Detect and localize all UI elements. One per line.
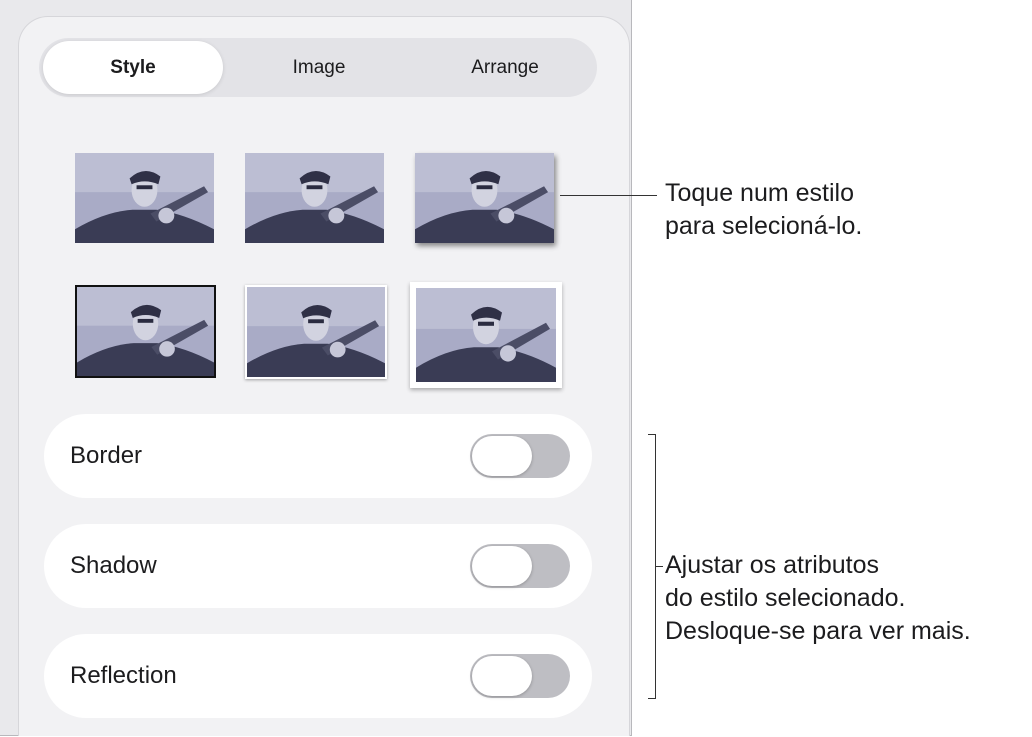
style-thumbnail-plain[interactable] xyxy=(75,153,214,243)
border-label: Border xyxy=(70,442,143,469)
reflection-toggle[interactable] xyxy=(470,654,570,698)
style-thumbnail-shadow[interactable] xyxy=(415,153,554,243)
style-thumbnail-black-border[interactable] xyxy=(75,285,216,378)
photo-image xyxy=(247,287,385,377)
style-thumbnail-white-border[interactable] xyxy=(245,285,387,379)
callout-attributes-line-2: do estilo selecionado. xyxy=(665,584,906,612)
shadow-toggle[interactable] xyxy=(470,544,570,588)
tab-image[interactable]: Image xyxy=(229,41,409,94)
callout-line-styles xyxy=(560,195,657,196)
reflection-effect xyxy=(245,243,384,265)
callout-attributes: Ajustar os atributos do estilo seleciona… xyxy=(665,549,971,648)
toggle-knob xyxy=(472,436,532,476)
toggle-knob xyxy=(472,656,532,696)
tab-bar: Style Image Arrange xyxy=(39,38,597,97)
border-row: Border xyxy=(44,414,592,498)
style-thumbnail-photo-frame[interactable] xyxy=(410,282,562,388)
shadow-row: Shadow xyxy=(44,524,592,608)
photo-image xyxy=(416,288,556,382)
callout-styles-line-1: Toque num estilo xyxy=(665,179,855,207)
callout-attributes-line-3: Desloque-se para ver mais. xyxy=(665,617,971,645)
photo-image xyxy=(77,287,214,376)
border-toggle[interactable] xyxy=(470,434,570,478)
style-thumbnail-reflection[interactable] xyxy=(245,153,384,243)
callout-bracket-tick xyxy=(656,566,663,567)
callout-attributes-line-1: Ajustar os atributos xyxy=(665,551,879,579)
photo-image xyxy=(75,153,214,243)
callout-styles: Toque num estilo para selecioná-lo. xyxy=(665,177,862,243)
callout-bracket xyxy=(648,434,656,699)
format-panel: Style Image Arrange Border Shadow Reflec… xyxy=(18,16,630,736)
photo-image xyxy=(415,153,554,243)
reflection-label: Reflection xyxy=(70,662,177,689)
photo-image xyxy=(245,153,384,243)
shadow-label: Shadow xyxy=(70,552,157,579)
toggle-knob xyxy=(472,546,532,586)
reflection-row: Reflection xyxy=(44,634,592,718)
tab-style[interactable]: Style xyxy=(43,41,223,94)
tab-arrange[interactable]: Arrange xyxy=(415,41,595,94)
callout-styles-line-2: para selecioná-lo. xyxy=(665,212,863,240)
